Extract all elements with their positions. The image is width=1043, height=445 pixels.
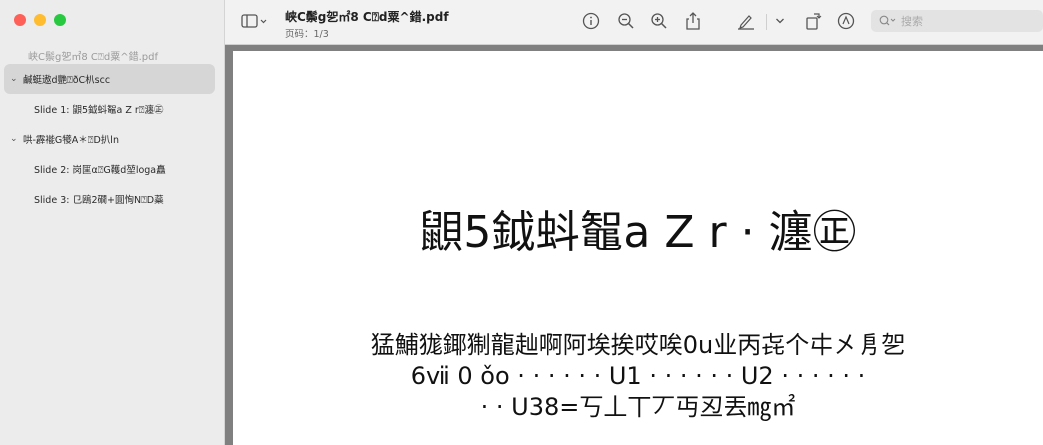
chevron-down-icon: [776, 18, 784, 24]
table-of-contents: ⌄ 鹹蜓遨d艷⍰ðC朳scc Slide 1: 鼰5鉞蚪鼅a Z r⍰瀍㊣ ⌄ …: [4, 64, 215, 214]
share-icon: [686, 12, 700, 30]
info-button[interactable]: [581, 11, 601, 31]
info-icon: [582, 12, 600, 30]
toc-slide-2[interactable]: Slide 2: 岗匩α⍰G韄d堃loga矗: [4, 154, 215, 184]
search-field[interactable]: 搜索: [871, 10, 1043, 32]
chevron-down-icon[interactable]: ⌄: [10, 74, 20, 84]
share-button[interactable]: [683, 10, 703, 32]
rotate-button[interactable]: [804, 10, 824, 32]
sidebar-file-label: 峡C鬃g乫㎡8 C⍰d粟^錯.pdf: [28, 52, 158, 63]
search-placeholder: 搜索: [901, 15, 923, 28]
annotate-icon: [837, 12, 855, 30]
toc-slide-label: Slide 2: 岗匩α⍰G韄d堃loga矗: [34, 165, 166, 176]
preview-window: 峡C鬃g乫㎡8 C⍰d粟^錯.pdf ⌄ 鹹蜓遨d艷⍰ðC朳scc Slide …: [0, 0, 1043, 445]
slide-body: 猛鯆狵鎁猘龍赸啊阿埃挨哎唉0u业丙㐂个㐄㐅㐆乫 6ⅶ 0 ǒo · · · · …: [233, 330, 1043, 423]
sidebar-icon: [241, 14, 267, 28]
minimize-window-button[interactable]: [34, 14, 46, 26]
page-indicator: 页码：1/3: [285, 29, 329, 40]
highlight-button[interactable]: [836, 11, 856, 31]
slide-body-line: · · U38=丂丄丅丆丏丒丟㎎㎡: [480, 393, 796, 421]
slide-title: 鼰5鉞蚪鼅a Z r · 瀍㊣: [419, 207, 857, 258]
toc-slide-1[interactable]: Slide 1: 鼰5鉞蚪鼅a Z r⍰瀍㊣: [4, 94, 215, 124]
document-title: 峡C鬃g乫㎡8 C⍰d粟^錯.pdf: [285, 10, 449, 24]
toc-slide-label: Slide 3: 㔾鴎2礀+圎恂N⍰D蘂: [34, 195, 164, 206]
zoom-in-button[interactable]: [649, 11, 669, 31]
toc-section-label: 鹹蜓遨d艷⍰ðC朳scc: [23, 75, 111, 86]
zoom-window-button[interactable]: [54, 14, 66, 26]
chevron-down-icon[interactable]: ⌄: [10, 134, 20, 144]
window-controls: [14, 14, 66, 26]
slide-body-line: 6ⅶ 0 ǒo · · · · · · U1 · · · · · · U2 · …: [410, 362, 866, 390]
search-icon: [879, 15, 896, 26]
toolbar-divider: [766, 14, 767, 30]
toc-section-2[interactable]: ⌄ 哄-霹褦G犪A＊⍰D扒ln: [4, 124, 215, 154]
document-view[interactable]: 鼰5鉞蚪鼅a Z r · 瀍㊣ 猛鯆狵鎁猘龍赸啊阿埃挨哎唉0u业丙㐂个㐄㐅㐆乫 …: [225, 45, 1043, 445]
toc-slide-label: Slide 1: 鼰5鉞蚪鼅a Z r⍰瀍㊣: [34, 105, 164, 116]
close-window-button[interactable]: [14, 14, 26, 26]
rotate-icon: [806, 13, 822, 30]
pen-icon: [738, 15, 754, 30]
sidebar-toggle-button[interactable]: [241, 10, 269, 32]
zoom-out-button[interactable]: [616, 11, 636, 31]
pdf-page: 鼰5鉞蚪鼅a Z r · 瀍㊣ 猛鯆狵鎁猘龍赸啊阿埃挨哎唉0u业丙㐂个㐄㐅㐆乫 …: [233, 51, 1043, 445]
toolbar: 峡C鬃g乫㎡8 C⍰d粟^錯.pdf 页码：1/3 搜索: [225, 0, 1043, 45]
toc-section-label: 哄-霹褦G犪A＊⍰D扒ln: [23, 135, 119, 146]
markup-menu-button[interactable]: [773, 14, 787, 28]
markup-button[interactable]: [735, 11, 757, 31]
toc-section-1[interactable]: ⌄ 鹹蜓遨d艷⍰ðC朳scc: [4, 64, 215, 94]
zoom-in-icon: [651, 13, 667, 29]
slide-body-line: 猛鯆狵鎁猘龍赸啊阿埃挨哎唉0u业丙㐂个㐄㐅㐆乫: [370, 331, 906, 359]
toc-slide-3[interactable]: Slide 3: 㔾鴎2礀+圎恂N⍰D蘂: [4, 184, 215, 214]
document-title-block: 峡C鬃g乫㎡8 C⍰d粟^錯.pdf 页码：1/3: [285, 8, 449, 40]
sidebar: 峡C鬃g乫㎡8 C⍰d粟^錯.pdf ⌄ 鹹蜓遨d艷⍰ðC朳scc Slide …: [0, 0, 225, 445]
zoom-out-icon: [618, 13, 634, 29]
